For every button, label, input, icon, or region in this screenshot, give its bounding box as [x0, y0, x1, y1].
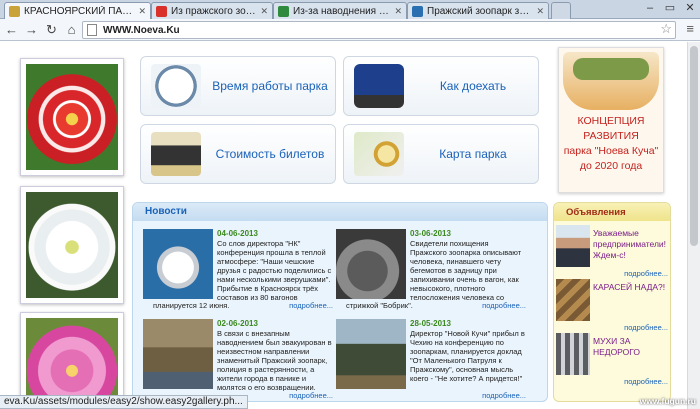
news-date: 04-06-2013	[217, 229, 258, 238]
carp-fish-image[interactable]	[556, 279, 590, 321]
cash-register-icon	[151, 132, 201, 176]
tab-prague-zoo[interactable]: Из пражского зоопарка на ✕	[151, 2, 273, 19]
park-map-button[interactable]: Карта парка	[343, 124, 539, 184]
red-white-dahlia-image	[26, 64, 118, 170]
new-tab-button[interactable]	[551, 2, 571, 19]
businessman-image[interactable]	[556, 225, 590, 267]
bookmark-star-icon[interactable]: ☆	[660, 21, 672, 37]
ad-text[interactable]: Уважаемые предприниматели! Ждем-с!	[593, 228, 671, 261]
news-date: 28-05-2013	[410, 319, 451, 328]
news-text: Свидетели похищения Пражского зоопарка о…	[410, 239, 522, 301]
reload-icon[interactable]: ↻	[43, 20, 60, 40]
close-icon[interactable]: ✕	[536, 6, 544, 17]
page-icon	[87, 24, 97, 36]
news-item: 02-06-2013 В связи с внезапным наводнени…	[143, 319, 333, 401]
tab-favicon	[156, 5, 167, 17]
scrollbar-thumb[interactable]	[690, 46, 698, 246]
ticket-price-button[interactable]: Стоимость билетов	[140, 124, 336, 184]
window-controls: – ▭ ✕	[640, 0, 700, 19]
close-window-icon[interactable]: ✕	[680, 0, 700, 19]
close-icon[interactable]: ✕	[260, 6, 268, 17]
bus-icon	[354, 64, 404, 108]
tab-krasnoyarsk-park[interactable]: КРАСНОЯРСКИЙ ПАРК ФЛОР ✕	[4, 2, 151, 19]
clock-icon	[151, 64, 201, 108]
news-panel: Новости 04-06-2013 Со слов директора "НК…	[132, 202, 548, 402]
map-compass-icon	[354, 132, 404, 176]
web-page: Время работы парка Как доехать Стоимость…	[0, 42, 700, 409]
news-text: Со слов директора "НК" конференция прошл…	[217, 239, 332, 301]
concept-line: парка "Ноева Куча"	[563, 145, 659, 157]
news-date: 02-06-2013	[217, 319, 258, 328]
development-concept-banner[interactable]: КОНЦЕПЦИЯ РАЗВИТИЯ парка "Ноева Куча" до…	[558, 47, 664, 193]
watermark: www.fugun.ru	[639, 396, 696, 406]
back-icon[interactable]: ←	[3, 20, 20, 40]
flies-image[interactable]	[556, 333, 590, 375]
news-date: 03-06-2013	[410, 229, 451, 238]
forward-icon[interactable]: →	[23, 20, 40, 40]
ad-text[interactable]: МУХИ ЗА НЕДОРОГО	[593, 336, 671, 358]
ad-text[interactable]: КАРАСЕЙ НАДА?!	[593, 282, 671, 293]
news-text: Директор "Новой Кучи" прибыл в Чехию на …	[410, 329, 525, 383]
news-more-link[interactable]: подробнее...	[482, 301, 526, 310]
tab-favicon	[278, 5, 289, 17]
ad-more-link[interactable]: подробнее...	[624, 269, 668, 278]
jeep-image[interactable]	[336, 319, 406, 389]
flood-image[interactable]	[143, 319, 213, 389]
ad-item: КАРАСЕЙ НАДА?! подробнее...	[554, 279, 672, 335]
news-more-link[interactable]: подробнее...	[482, 391, 526, 400]
flower-photo[interactable]	[20, 186, 124, 304]
wrench-menu-icon[interactable]: ≡	[686, 21, 694, 36]
ad-more-link[interactable]: подробнее...	[624, 377, 668, 386]
news-header: Новости	[133, 203, 547, 221]
ad-item: Уважаемые предприниматели! Ждем-с! подро…	[554, 225, 672, 281]
opening-hours-label: Время работы парка	[212, 79, 328, 93]
white-dahlia-image	[26, 192, 118, 298]
ads-header: Объявления	[554, 203, 670, 221]
news-item: 28-05-2013 Директор "Новой Кучи" прибыл …	[336, 319, 526, 401]
tab-strip: КРАСНОЯРСКИЙ ПАРК ФЛОР ✕ Из пражского зо…	[0, 0, 700, 19]
directions-button[interactable]: Как доехать	[343, 56, 539, 116]
close-icon[interactable]: ✕	[138, 6, 146, 17]
tab-prague-zoo-closed[interactable]: Пражский зоопарк закры ✕	[407, 2, 549, 19]
news-item: 04-06-2013 Со слов директора "НК" конфер…	[143, 229, 333, 311]
noah-ark-illustration	[563, 52, 659, 110]
pink-dahlia-image	[26, 318, 118, 406]
news-text-tail: стрижкой "Бобрик".	[346, 301, 413, 310]
browser-toolbar: ← → ↻ ⌂ WWW.Noeva.Ku ☆ ≡	[0, 19, 700, 41]
home-icon[interactable]: ⌂	[63, 20, 80, 40]
address-url: WWW.Noeva.Ku	[103, 24, 180, 36]
ticket-price-label: Стоимость билетов	[215, 147, 325, 161]
address-bar[interactable]: WWW.Noeva.Ku	[82, 21, 676, 39]
news-text-tail: планируется 12 июня.	[153, 301, 230, 310]
ad-more-link[interactable]: подробнее...	[624, 323, 668, 332]
concept-line: РАЗВИТИЯ	[583, 130, 639, 142]
minimize-icon[interactable]: –	[640, 0, 660, 19]
maximize-icon[interactable]: ▭	[660, 0, 680, 19]
news-item: 03-06-2013 Свидетели похищения Пражского…	[336, 229, 526, 311]
tab-flood-prague[interactable]: Из-за наводнения в Праге ✕	[273, 2, 407, 19]
park-map-label: Карта парка	[439, 147, 507, 161]
news-text: В связи с внезапным наводнением был эвак…	[217, 329, 332, 391]
concept-line: до 2020 года	[579, 160, 643, 172]
status-bar: eva.Ku/assets/modules/easy2/show.easy2ga…	[0, 395, 248, 409]
owl-image[interactable]	[143, 229, 213, 299]
flower-photo[interactable]	[20, 58, 124, 176]
ads-panel: Объявления Уважаемые предприниматели! Жд…	[553, 202, 671, 402]
directions-label: Как доехать	[439, 79, 507, 93]
ad-item: МУХИ ЗА НЕДОРОГО подробнее...	[554, 333, 672, 389]
close-icon[interactable]: ✕	[394, 6, 402, 17]
news-more-link[interactable]: подробнее...	[289, 301, 333, 310]
tab-favicon	[9, 5, 20, 17]
opening-hours-button[interactable]: Время работы парка	[140, 56, 336, 116]
vertical-scrollbar[interactable]	[687, 42, 700, 409]
hippo-image[interactable]	[336, 229, 406, 299]
tab-favicon	[412, 5, 423, 17]
news-more-link[interactable]: подробнее...	[289, 391, 333, 400]
concept-line: КОНЦЕПЦИЯ	[577, 115, 645, 127]
